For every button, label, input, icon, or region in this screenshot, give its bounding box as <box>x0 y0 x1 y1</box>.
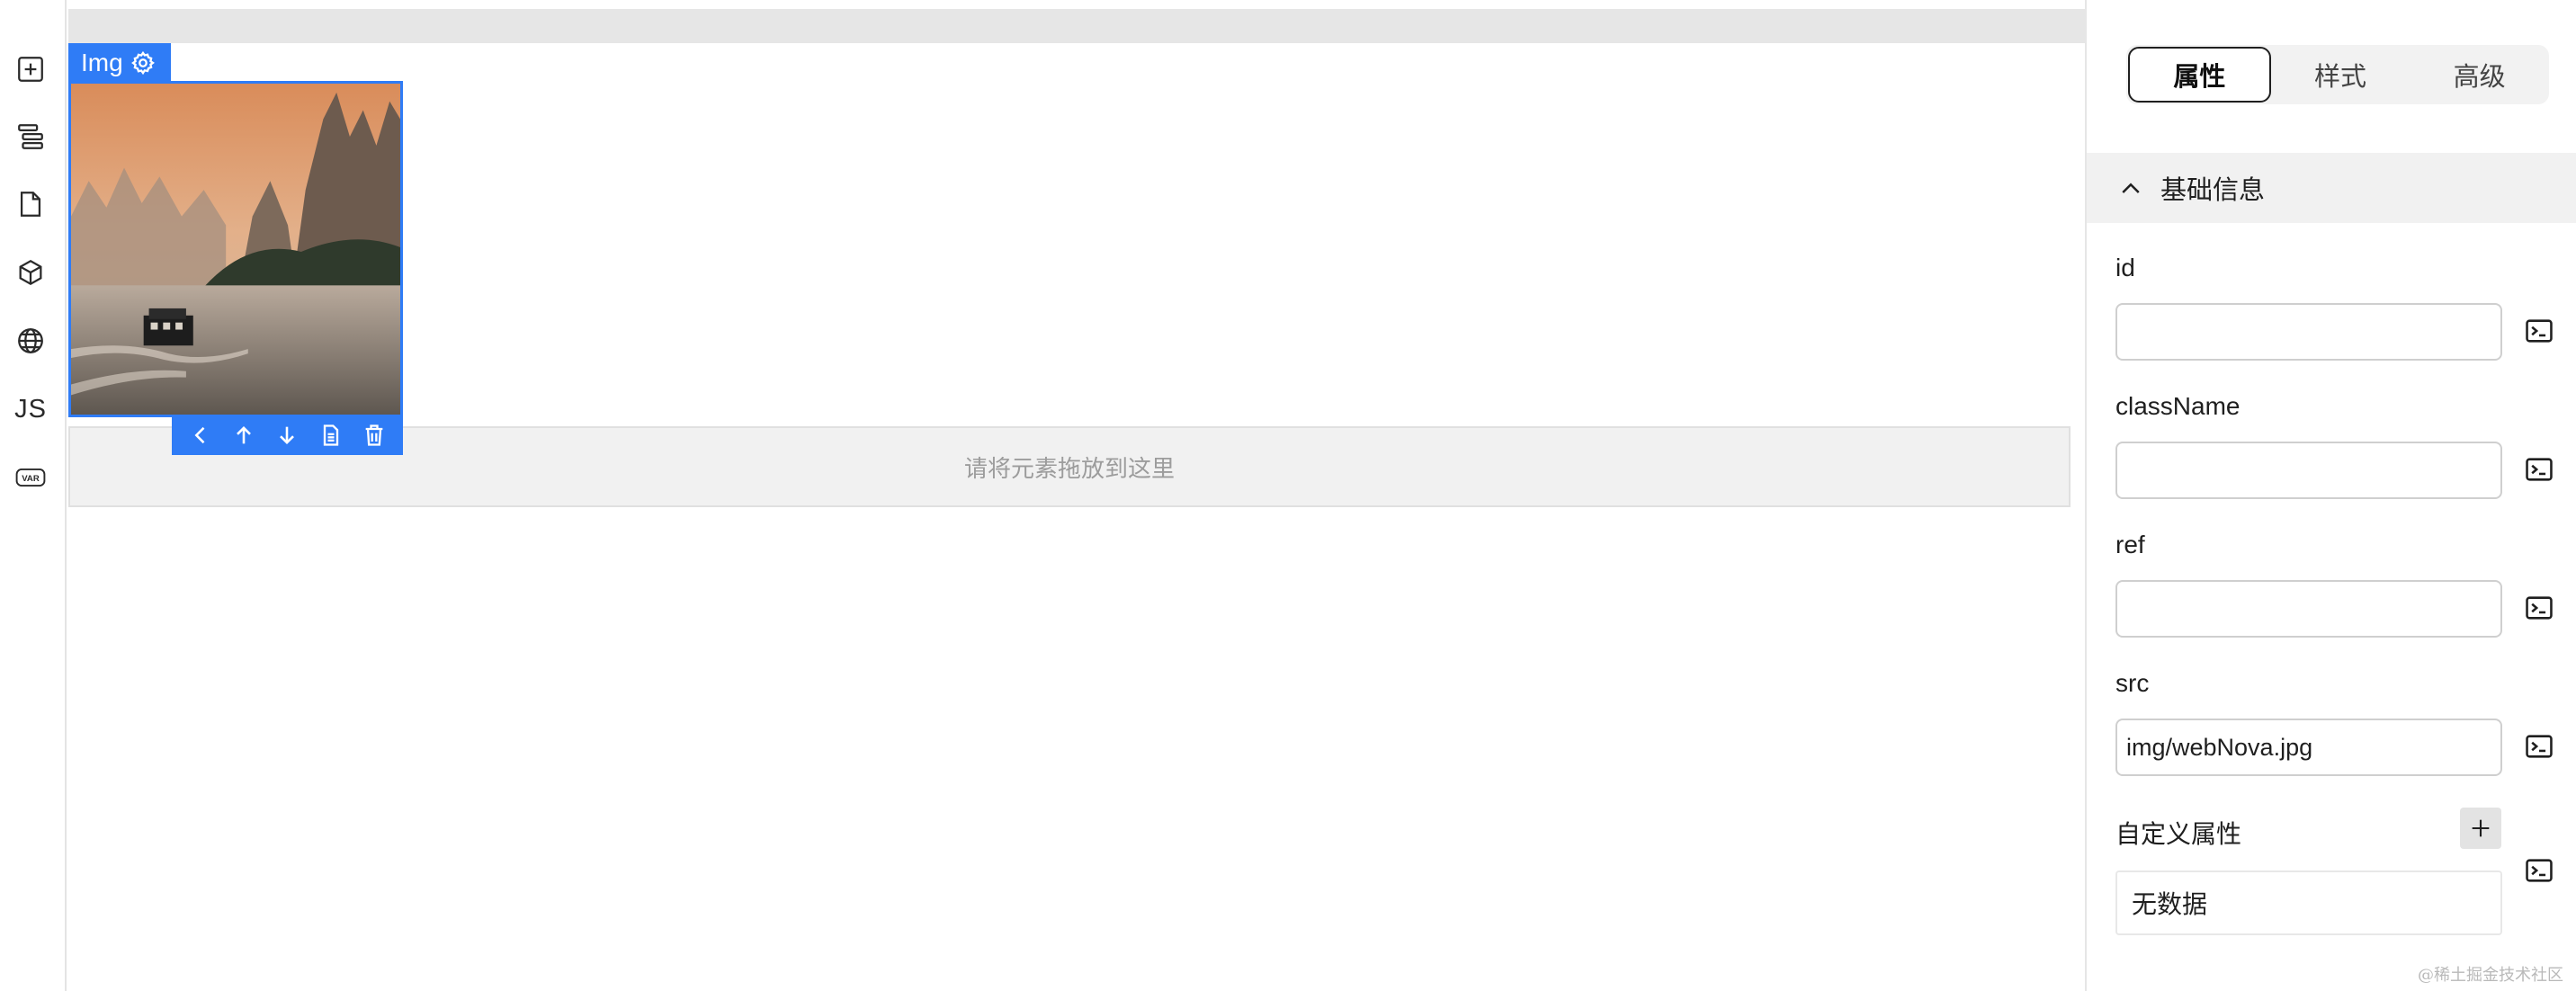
tab-styles[interactable]: 样式 <box>2271 47 2411 103</box>
property-panel: 属性 样式 高级 基础信息 id className ref src img/w… <box>2085 0 2576 991</box>
design-canvas[interactable]: 请将元素拖放到这里 Img <box>68 0 2085 991</box>
delete-icon[interactable] <box>359 420 389 451</box>
classname-label: className <box>2115 392 2241 420</box>
ref-label: ref <box>2115 531 2145 558</box>
var-icon[interactable]: VAR <box>12 459 49 496</box>
file-icon[interactable] <box>12 185 49 223</box>
chevron-up-icon <box>2122 183 2140 193</box>
panel-tabs: 属性 样式 高级 <box>2126 45 2549 104</box>
js-label: JS <box>14 394 47 424</box>
move-down-icon[interactable] <box>272 420 302 451</box>
component-name: Img <box>81 49 123 76</box>
move-up-icon[interactable] <box>228 420 259 451</box>
classname-expression-icon[interactable] <box>2522 452 2556 487</box>
id-input[interactable] <box>2115 303 2502 361</box>
activity-bar: JS VAR <box>0 0 67 991</box>
classname-input[interactable] <box>2115 442 2502 499</box>
selected-image[interactable] <box>68 81 403 417</box>
watermark: @稀土掘金技术社区 <box>2418 966 2563 985</box>
component-toolbar <box>172 415 403 455</box>
var-label: VAR <box>22 474 40 484</box>
add-component-icon[interactable] <box>12 50 49 88</box>
globe-icon[interactable] <box>12 322 49 360</box>
section-title: 基础信息 <box>2160 176 2266 205</box>
tab-properties[interactable]: 属性 <box>2128 47 2271 103</box>
editor-app: JS VAR 请将元素拖放到这里 Img 属性 样式 高级 基础信息 id cl… <box>0 0 2576 991</box>
custom-attrs-empty: 无数据 <box>2115 870 2502 935</box>
layers-icon[interactable] <box>12 118 49 156</box>
ref-expression-icon[interactable] <box>2522 591 2556 625</box>
src-label: src <box>2115 669 2150 697</box>
tab-advanced[interactable]: 高级 <box>2410 47 2549 103</box>
cube-icon[interactable] <box>12 254 49 291</box>
section-basic-info[interactable]: 基础信息 <box>2087 153 2576 223</box>
canvas-top-bar <box>68 9 2085 43</box>
copy-icon[interactable] <box>316 420 346 451</box>
landscape-image <box>71 84 400 415</box>
src-expression-icon[interactable] <box>2522 729 2556 763</box>
settings-gear-icon[interactable] <box>130 50 156 76</box>
select-parent-icon[interactable] <box>185 420 216 451</box>
selected-component-tag[interactable]: Img <box>68 43 171 83</box>
ref-input[interactable] <box>2115 580 2502 638</box>
id-expression-icon[interactable] <box>2522 314 2556 348</box>
js-icon[interactable]: JS <box>12 390 49 428</box>
src-input[interactable] <box>2115 719 2502 776</box>
plus-icon <box>2472 819 2490 837</box>
custom-attrs-label: 自定义属性 <box>2115 820 2242 848</box>
add-attr-button[interactable] <box>2460 808 2501 849</box>
id-label: id <box>2115 254 2135 281</box>
custom-attrs-expression-icon[interactable] <box>2522 853 2556 888</box>
drop-zone-text: 请将元素拖放到这里 <box>963 454 1175 482</box>
